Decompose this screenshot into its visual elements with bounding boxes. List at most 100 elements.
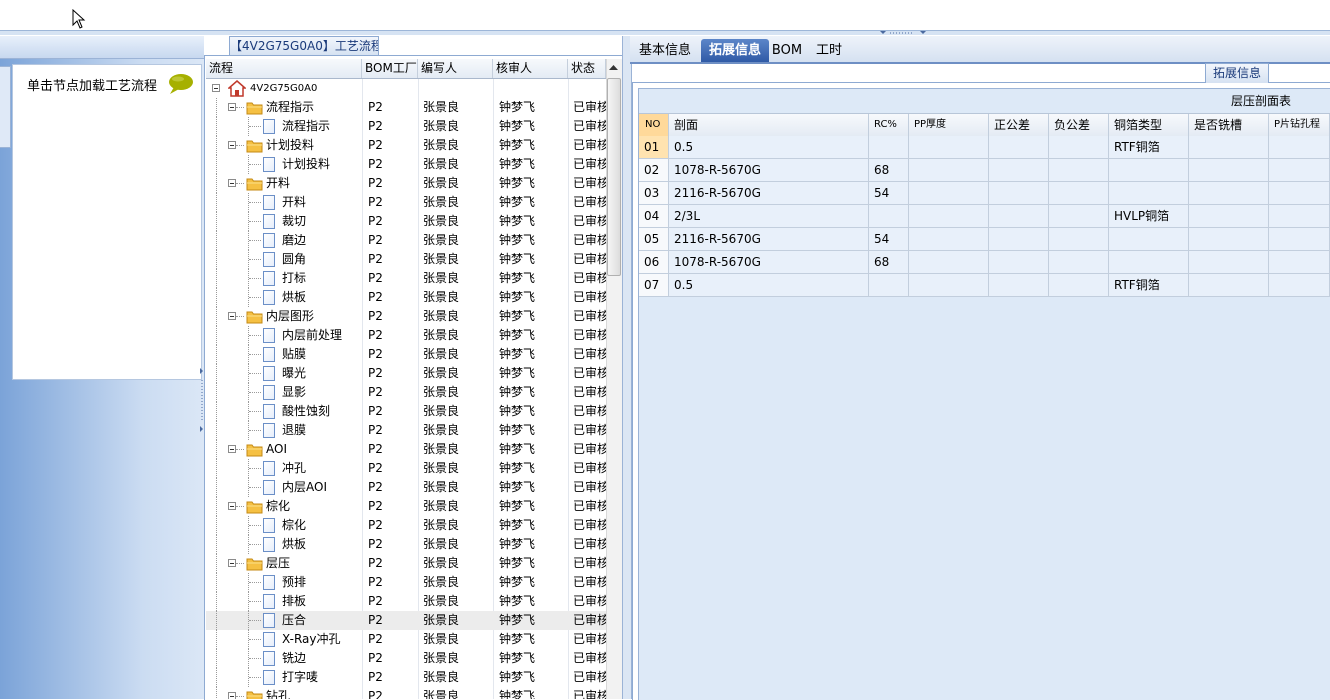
grid-cell[interactable] (909, 228, 989, 251)
grid-cell[interactable] (989, 159, 1049, 182)
grid-row[interactable]: 05 2116-R-5670G 54 (639, 228, 1330, 251)
tree-row[interactable]: 打字唛 P2 张景良 钟梦飞 已审核 (206, 668, 606, 687)
grid-cell[interactable] (1049, 182, 1109, 205)
grid-cell[interactable] (1049, 251, 1109, 274)
col-header-pp-drill[interactable]: P片钻孔程 (1269, 114, 1330, 136)
horizontal-splitter[interactable] (0, 30, 1330, 35)
tree-row[interactable]: 退膜 P2 张景良 钟梦飞 已审核 (206, 421, 606, 440)
grid-cell[interactable] (869, 205, 909, 228)
col-header-bom[interactable]: BOM工厂 (362, 59, 418, 78)
tab-basic-info[interactable]: 基本信息 (632, 39, 698, 62)
grid-cell[interactable] (1269, 251, 1330, 274)
vertical-splitter[interactable] (622, 36, 632, 699)
grid-cell[interactable] (1269, 205, 1330, 228)
tree-row[interactable]: 计划投料 P2 张景良 钟梦飞 已审核 (206, 155, 606, 174)
grid-cell[interactable]: 1078-R-5670G (669, 251, 869, 274)
grid-cell[interactable] (909, 274, 989, 297)
grid-cell[interactable] (1049, 274, 1109, 297)
grid-cell[interactable] (1109, 159, 1189, 182)
grid-cell[interactable] (989, 182, 1049, 205)
grid-cell[interactable]: 68 (869, 159, 909, 182)
grid-cell[interactable]: 05 (639, 228, 669, 251)
tree-row[interactable]: 内层图形 P2 张景良 钟梦飞 已审核 (206, 307, 606, 326)
grid-cell[interactable] (909, 251, 989, 274)
tree-row[interactable]: 层压 P2 张景良 钟梦飞 已审核 (206, 554, 606, 573)
grid-cell[interactable] (869, 274, 909, 297)
tree-row[interactable]: 打标 P2 张景良 钟梦飞 已审核 (206, 269, 606, 288)
tree-row[interactable]: 酸性蚀刻 P2 张景良 钟梦飞 已审核 (206, 402, 606, 421)
col-header-profile[interactable]: 剖面 (669, 114, 869, 136)
grid-cell[interactable]: 54 (869, 228, 909, 251)
left-vertical-tab[interactable] (0, 66, 11, 148)
grid-row[interactable]: 01 0.5 RTF铜箔 (639, 136, 1330, 159)
grid-cell[interactable]: 2116-R-5670G (669, 228, 869, 251)
grid-cell[interactable]: HVLP铜箔 (1109, 205, 1189, 228)
tab-bom[interactable]: BOM (771, 39, 803, 62)
grid-cell[interactable] (989, 228, 1049, 251)
collapse-icon[interactable] (228, 692, 236, 699)
collapse-icon[interactable] (228, 141, 236, 149)
grid-cell[interactable] (1269, 274, 1330, 297)
grid-cell[interactable] (869, 136, 909, 159)
tab-extended-info[interactable]: 拓展信息 (701, 39, 769, 62)
scroll-up-icon[interactable] (606, 60, 621, 76)
tree-row[interactable]: 排板 P2 张景良 钟梦飞 已审核 (206, 592, 606, 611)
tree-row[interactable]: 铣边 P2 张景良 钟梦飞 已审核 (206, 649, 606, 668)
collapse-icon[interactable] (228, 559, 236, 567)
col-header-milling[interactable]: 是否铣槽 (1189, 114, 1269, 136)
collapse-icon[interactable] (228, 312, 236, 320)
collapse-icon[interactable] (228, 502, 236, 510)
grid-cell[interactable] (1049, 205, 1109, 228)
grid-cell[interactable] (1269, 136, 1330, 159)
collapse-icon[interactable] (228, 179, 236, 187)
grid-cell[interactable]: RTF铜箔 (1109, 136, 1189, 159)
grid-cell[interactable]: 1078-R-5670G (669, 159, 869, 182)
col-header-reviewer[interactable]: 核审人 (493, 59, 568, 78)
collapse-icon[interactable] (228, 103, 236, 111)
tree-row[interactable]: 计划投料 P2 张景良 钟梦飞 已审核 (206, 136, 606, 155)
tree-row[interactable]: 预排 P2 张景良 钟梦飞 已审核 (206, 573, 606, 592)
tree-row[interactable]: 压合 P2 张景良 钟梦飞 已审核 (206, 611, 606, 630)
col-header-author[interactable]: 编写人 (418, 59, 493, 78)
tree-row[interactable]: AOI P2 张景良 钟梦飞 已审核 (206, 440, 606, 459)
col-header-foil-type[interactable]: 铜箔类型 (1109, 114, 1189, 136)
grid-cell[interactable]: 2116-R-5670G (669, 182, 869, 205)
tree-row[interactable]: 棕化 P2 张景良 钟梦飞 已审核 (206, 497, 606, 516)
tree-row[interactable]: 贴膜 P2 张景良 钟梦飞 已审核 (206, 345, 606, 364)
grid-cell[interactable] (1189, 205, 1269, 228)
tree-row[interactable]: 磨边 P2 张景良 钟梦飞 已审核 (206, 231, 606, 250)
tree-row[interactable]: 开料 P2 张景良 钟梦飞 已审核 (206, 174, 606, 193)
col-header-minus-tol[interactable]: 负公差 (1049, 114, 1109, 136)
grid-cell[interactable] (1189, 251, 1269, 274)
col-header-flow[interactable]: 流程 (206, 59, 362, 78)
col-header-pp-thickness[interactable]: PP厚度 (909, 114, 989, 136)
grid-cell[interactable] (1189, 228, 1269, 251)
tree-row[interactable]: X-Ray冲孔 P2 张景良 钟梦飞 已审核 (206, 630, 606, 649)
grid-cell[interactable] (909, 136, 989, 159)
tree-row[interactable]: 开料 P2 张景良 钟梦飞 已审核 (206, 193, 606, 212)
col-header-rc[interactable]: RC% (869, 114, 909, 136)
grid-cell[interactable] (989, 274, 1049, 297)
grid-row[interactable]: 03 2116-R-5670G 54 (639, 182, 1330, 205)
grid-cell[interactable] (1049, 159, 1109, 182)
grid-cell[interactable]: 02 (639, 159, 669, 182)
grid-cell[interactable]: RTF铜箔 (1109, 274, 1189, 297)
grid-row[interactable]: 06 1078-R-5670G 68 (639, 251, 1330, 274)
tree-row[interactable]: 裁切 P2 张景良 钟梦飞 已审核 (206, 212, 606, 231)
grid-row[interactable]: 07 0.5 RTF铜箔 (639, 274, 1330, 297)
grid-cell[interactable] (1109, 182, 1189, 205)
collapse-icon[interactable] (228, 445, 236, 453)
grid-cell[interactable] (1189, 274, 1269, 297)
grid-cell[interactable] (1269, 228, 1330, 251)
grid-cell[interactable] (1189, 159, 1269, 182)
grid-cell[interactable] (909, 159, 989, 182)
grid-row[interactable]: 04 2/3L HVLP铜箔 (639, 205, 1330, 228)
tree-row[interactable]: 冲孔 P2 张景良 钟梦飞 已审核 (206, 459, 606, 478)
tree-row[interactable]: 流程指示 P2 张景良 钟梦飞 已审核 (206, 117, 606, 136)
grid-cell[interactable] (989, 136, 1049, 159)
grid-cell[interactable]: 07 (639, 274, 669, 297)
grid-cell[interactable] (1189, 136, 1269, 159)
grid-cell[interactable] (1269, 159, 1330, 182)
tab-work-hours[interactable]: 工时 (810, 39, 848, 62)
tree-row[interactable]: 圆角 P2 张景良 钟梦飞 已审核 (206, 250, 606, 269)
